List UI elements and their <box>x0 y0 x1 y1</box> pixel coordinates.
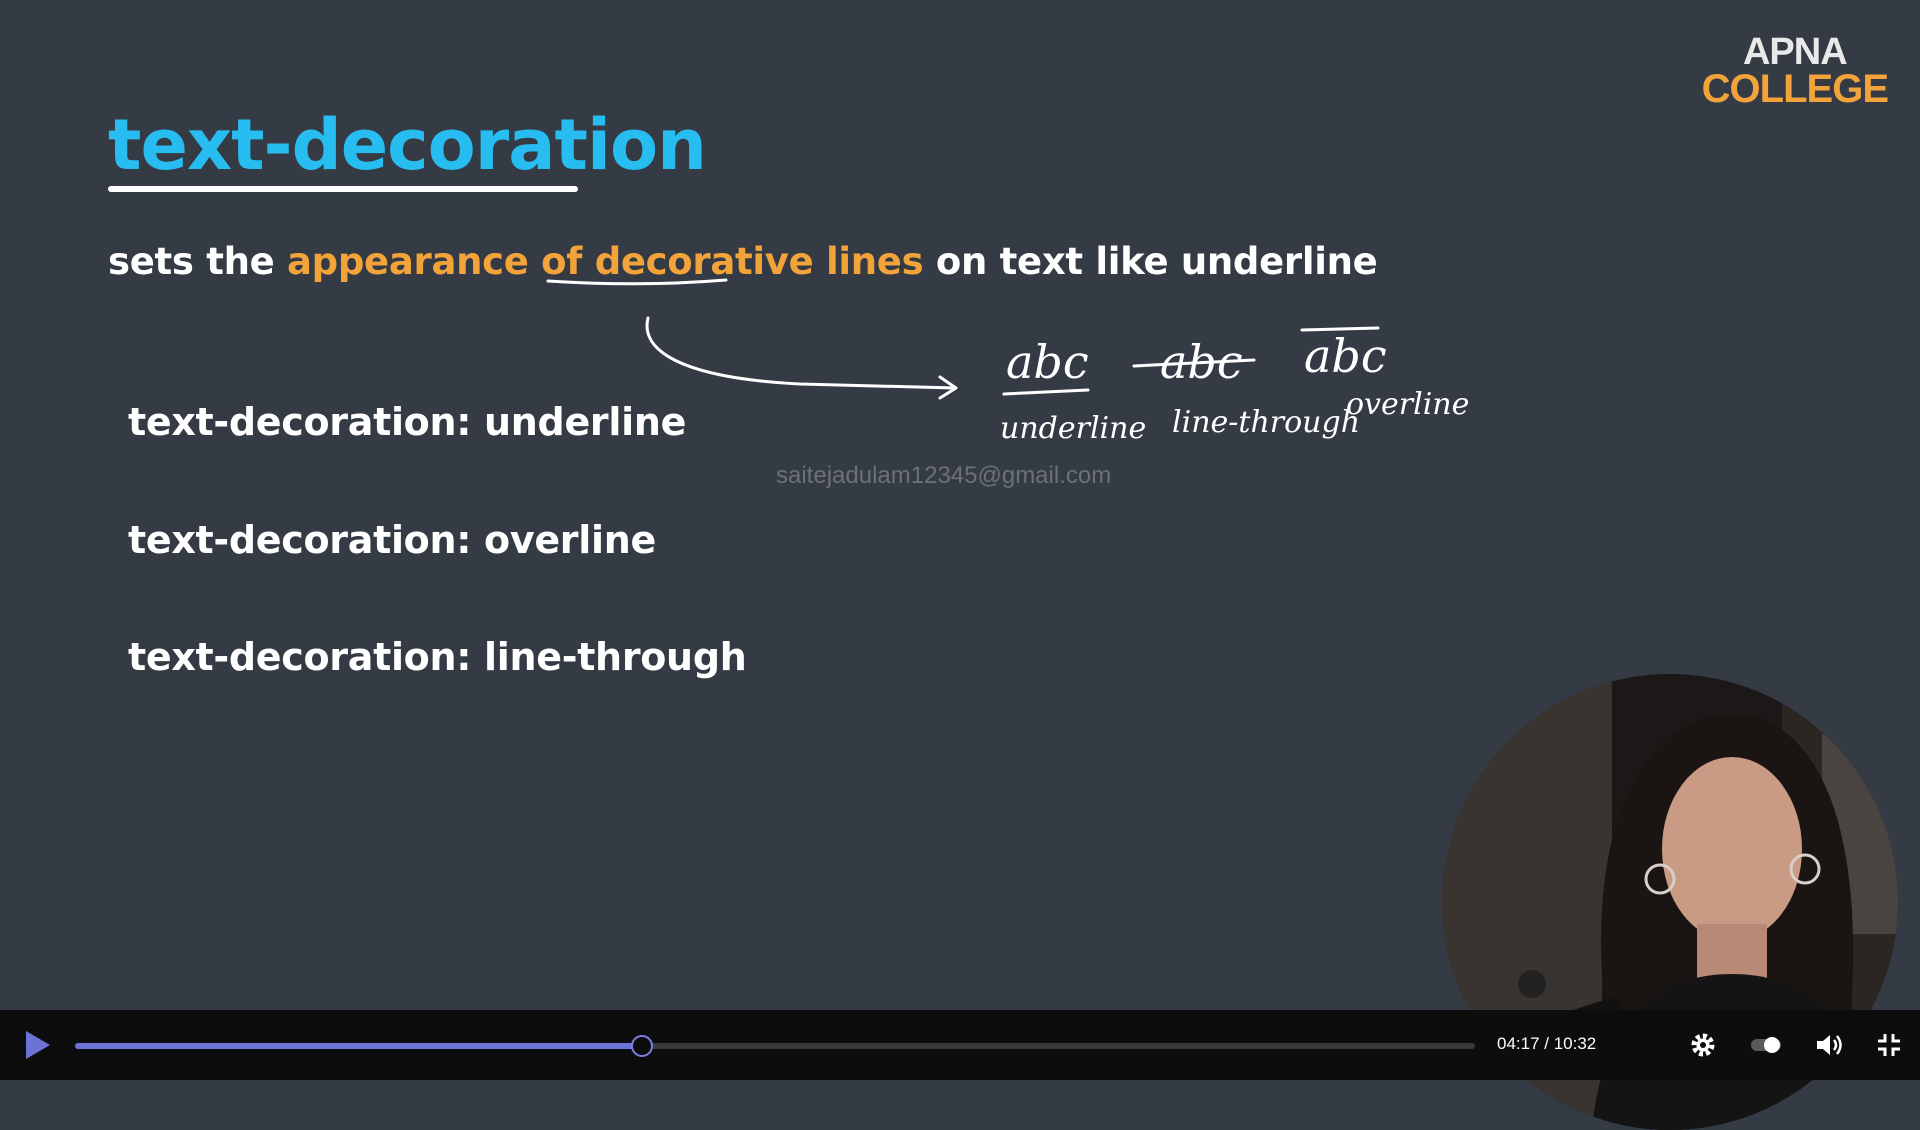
time-display: 04:17 / 10:32 <box>1497 1034 1597 1053</box>
autoplay-toggle-icon <box>1751 1037 1781 1053</box>
settings-button[interactable] <box>1688 1030 1718 1060</box>
hand-label-overline: overline <box>1346 387 1469 422</box>
volume-button[interactable] <box>1814 1030 1844 1060</box>
hand-label-linethrough: line-through <box>1172 405 1360 440</box>
progress-scrubber-handle[interactable] <box>631 1035 653 1057</box>
progress-bar[interactable] <box>75 1035 1475 1057</box>
exit-fullscreen-button[interactable] <box>1874 1030 1904 1060</box>
hand-abc-overline: abc <box>1304 329 1387 383</box>
play-icon <box>26 1031 50 1059</box>
video-player-controls: 04:17 / 10:32 <box>0 1010 1920 1080</box>
annotation-arrow <box>645 316 957 390</box>
progress-bar-fill <box>75 1043 642 1049</box>
decorative-underline-stroke <box>546 278 728 286</box>
hand-label-underline: underline <box>1000 411 1146 446</box>
gear-icon <box>1691 1033 1715 1057</box>
slide: APNA COLLEGE text-decoration sets the ap… <box>0 0 1920 1130</box>
exit-fullscreen-icon <box>1878 1034 1900 1056</box>
autoplay-toggle[interactable] <box>1748 1030 1784 1060</box>
play-button[interactable] <box>20 1027 56 1063</box>
volume-icon <box>1817 1035 1842 1055</box>
hand-abc-underline: abc <box>1006 335 1089 389</box>
hand-underline-mark <box>1002 388 1090 396</box>
